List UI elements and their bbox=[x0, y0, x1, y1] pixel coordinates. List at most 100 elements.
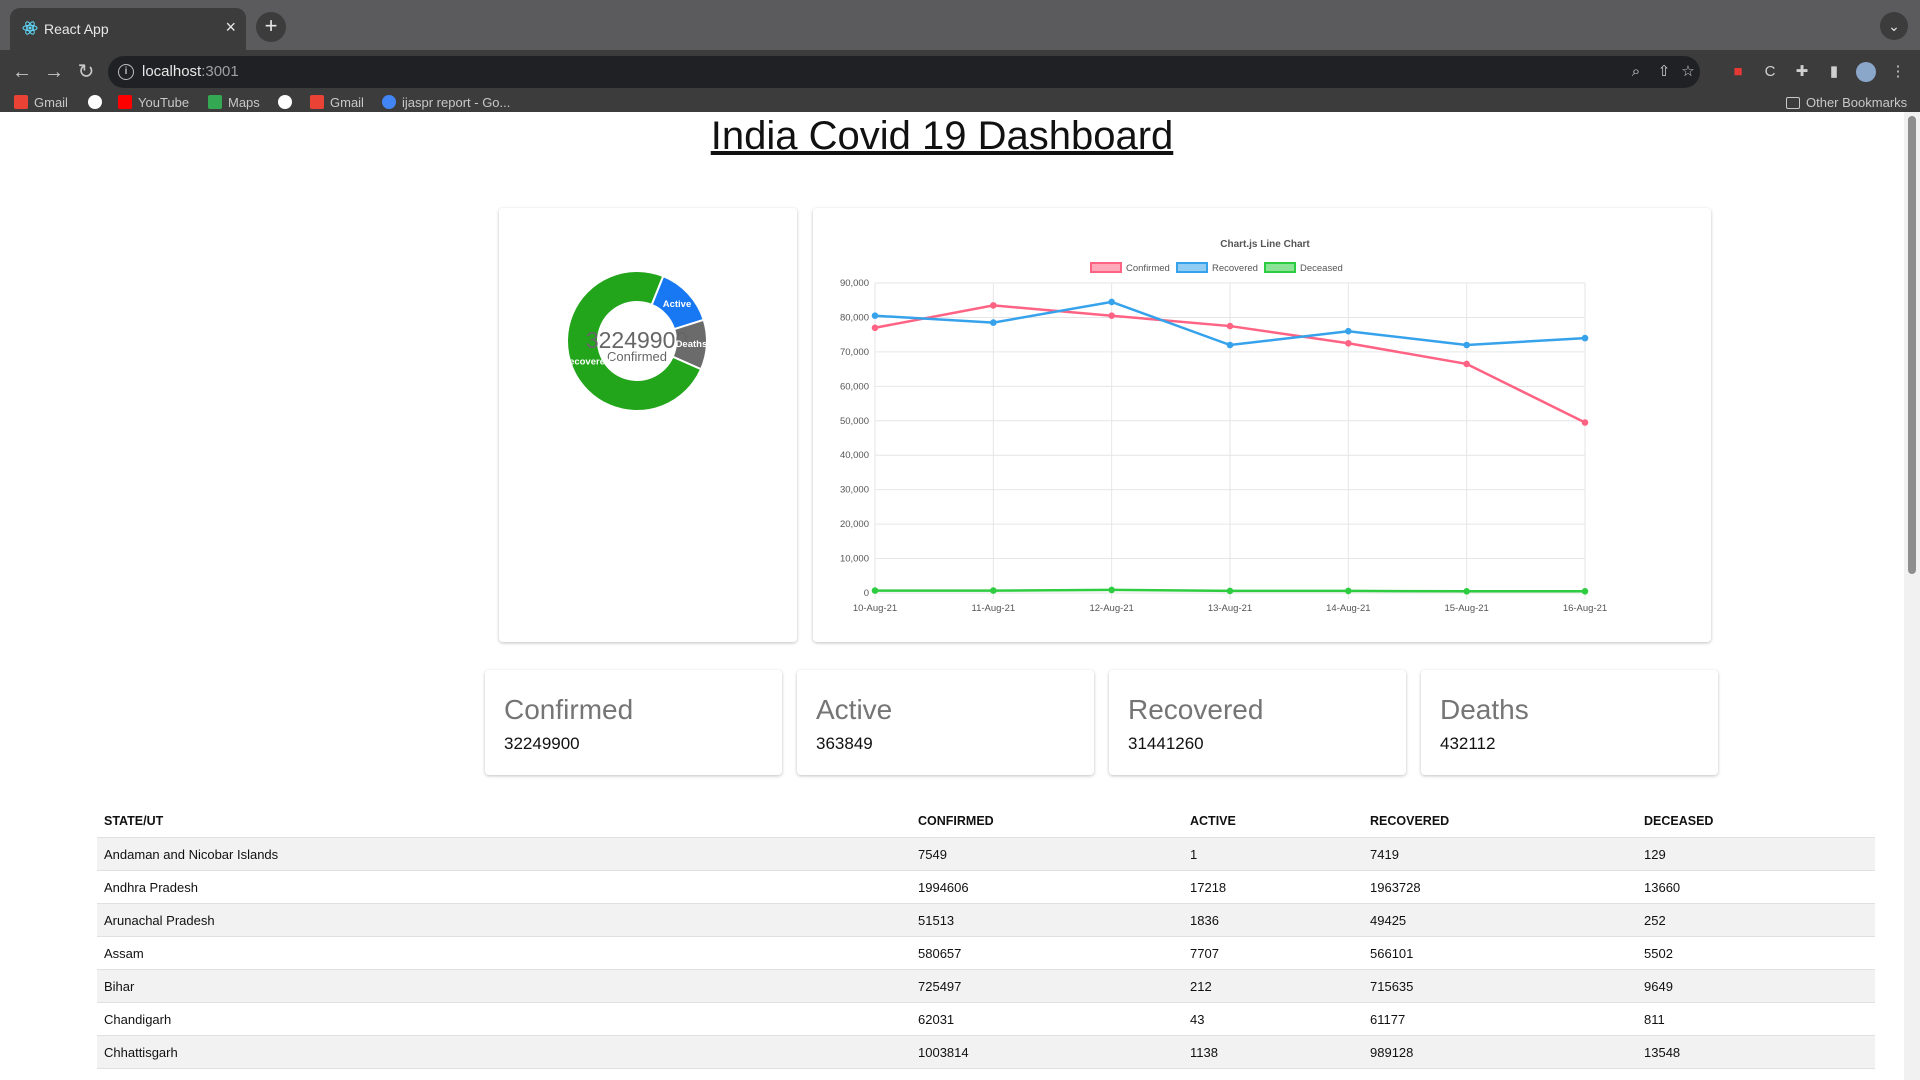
legend-swatch[interactable] bbox=[1264, 262, 1296, 273]
table-row[interactable]: Andaman and Nicobar Islands 7549 1 7419 129 bbox=[97, 837, 1875, 871]
bookmark-github[interactable] bbox=[88, 94, 108, 112]
stat-value: 32249900 bbox=[504, 734, 580, 753]
legend-swatch[interactable] bbox=[1090, 262, 1122, 273]
scrollbar-thumb[interactable] bbox=[1908, 116, 1916, 574]
table-cell: 1138 bbox=[1183, 1035, 1363, 1069]
url-text[interactable]: localhost:3001 bbox=[142, 63, 239, 80]
bookmark-maps[interactable]: Maps bbox=[208, 94, 260, 112]
new-tab-button[interactable]: + bbox=[256, 12, 286, 42]
bookmark-github[interactable] bbox=[278, 94, 298, 112]
data-point[interactable] bbox=[990, 302, 997, 309]
table-cell: 4 bbox=[1637, 1068, 1875, 1080]
browser-menu-icon[interactable]: ⋮ bbox=[1886, 60, 1910, 84]
vertical-scrollbar[interactable] bbox=[1904, 112, 1920, 1080]
table-cell: Chhattisgarh bbox=[97, 1035, 911, 1069]
column-header[interactable]: RECOVERED bbox=[1363, 804, 1637, 838]
data-point[interactable] bbox=[990, 319, 997, 326]
data-point[interactable] bbox=[1463, 587, 1470, 595]
extension-icon[interactable]: C bbox=[1758, 60, 1782, 84]
y-tick-label: 30,000 bbox=[840, 485, 869, 496]
data-point[interactable] bbox=[1108, 586, 1115, 594]
maps-icon bbox=[208, 95, 222, 109]
bookmark-star-icon[interactable]: ☆ bbox=[1678, 62, 1698, 82]
tab-close-icon[interactable]: × bbox=[225, 17, 236, 38]
data-point[interactable] bbox=[1226, 587, 1234, 595]
data-point[interactable] bbox=[1345, 339, 1352, 347]
stat-label: Deaths bbox=[1440, 694, 1529, 725]
table-row[interactable]: Andhra Pradesh 1994606 17218 1963728 13660 bbox=[97, 870, 1875, 904]
forward-arrow-icon[interactable]: → bbox=[42, 60, 66, 84]
data-point[interactable] bbox=[1581, 334, 1589, 342]
legend-label[interactable]: Recovered bbox=[1212, 263, 1258, 274]
table-cell: 62031 bbox=[911, 1002, 1183, 1036]
data-point[interactable] bbox=[1108, 298, 1115, 306]
reload-icon[interactable]: ↻ bbox=[74, 60, 98, 84]
share-icon[interactable]: ⇧ bbox=[1654, 62, 1674, 82]
bookmark-google-doc[interactable]: ijaspr report - Go... bbox=[382, 94, 510, 112]
data-point[interactable] bbox=[1345, 327, 1352, 335]
table-row[interactable]: Chandigarh 62031 43 61177 811 bbox=[97, 1002, 1875, 1036]
legend-label[interactable]: Deceased bbox=[1300, 263, 1343, 274]
other-bookmarks[interactable]: Other Bookmarks bbox=[1786, 94, 1907, 112]
column-header[interactable]: CONFIRMED bbox=[911, 804, 1183, 838]
table-cell: 580657 bbox=[911, 936, 1183, 970]
bookmark-youtube[interactable]: YouTube bbox=[118, 94, 189, 112]
table-cell: 7549 bbox=[911, 837, 1183, 871]
x-tick-label: 11-Aug-21 bbox=[971, 603, 1015, 614]
google-icon bbox=[382, 95, 396, 109]
table-cell: 10617 bbox=[1363, 1068, 1637, 1080]
y-tick-label: 70,000 bbox=[840, 347, 869, 358]
extensions-puzzle-icon[interactable]: ✚ bbox=[1790, 60, 1814, 84]
table-row[interactable]: Chhattisgarh 1003814 1138 989128 13548 bbox=[97, 1035, 1875, 1069]
legend-label[interactable]: Confirmed bbox=[1126, 263, 1170, 274]
table-cell: 989128 bbox=[1363, 1035, 1637, 1069]
table-row[interactable]: Bihar 725497 212 715635 9649 bbox=[97, 969, 1875, 1003]
legend-swatch[interactable] bbox=[1176, 262, 1208, 273]
stat-card-deaths: Deaths 432112 bbox=[1421, 670, 1718, 775]
page-title: India Covid 19 Dashboard bbox=[710, 114, 1174, 158]
table-row[interactable]: Arunachal Pradesh 51513 1836 49425 252 bbox=[97, 903, 1875, 937]
tab-title: React App bbox=[44, 21, 109, 37]
data-point[interactable] bbox=[871, 587, 879, 594]
stat-card-recovered: Recovered 31441260 bbox=[1109, 670, 1406, 775]
x-tick-label: 14-Aug-21 bbox=[1326, 603, 1370, 614]
table-row[interactable]: Dadra and Nagar Haveli and Daman and Diu… bbox=[97, 1068, 1875, 1080]
table-cell: 13660 bbox=[1637, 870, 1875, 904]
back-arrow-icon[interactable]: ← bbox=[10, 60, 34, 84]
donut-chart-card: 32249900 Confirmed Active Deaths Recovered bbox=[499, 208, 797, 642]
browser-tab[interactable]: React App × bbox=[10, 8, 246, 50]
side-panel-icon[interactable]: ▮ bbox=[1822, 60, 1846, 84]
zoom-icon[interactable]: ⌕ bbox=[1626, 62, 1646, 82]
profile-avatar[interactable] bbox=[1854, 60, 1878, 84]
tab-search-chevron-icon[interactable]: ⌄ bbox=[1880, 12, 1908, 40]
table-cell: 2 bbox=[1183, 1068, 1363, 1080]
data-point[interactable] bbox=[1463, 341, 1470, 349]
table-cell: 61177 bbox=[1363, 1002, 1637, 1036]
site-info-icon[interactable]: i bbox=[118, 64, 134, 80]
table-cell: 1836 bbox=[1183, 903, 1363, 937]
browser-tab-bar: React App × + ⌄ bbox=[0, 0, 1920, 50]
data-point[interactable] bbox=[1463, 360, 1470, 368]
table-cell: 13548 bbox=[1637, 1035, 1875, 1069]
column-header[interactable]: DECEASED bbox=[1637, 804, 1875, 838]
bookmark-gmail[interactable]: Gmail bbox=[14, 94, 68, 112]
data-point[interactable] bbox=[1226, 322, 1234, 330]
address-bar[interactable]: i localhost:3001 ⌕ ⇧ ☆ bbox=[108, 56, 1700, 88]
data-point[interactable] bbox=[1108, 312, 1115, 320]
stat-label: Active bbox=[816, 694, 893, 725]
states-table: STATE/UT CONFIRMED ACTIVE RECOVERED DECE… bbox=[97, 804, 1875, 1080]
data-point[interactable] bbox=[1226, 341, 1234, 349]
data-point[interactable] bbox=[871, 312, 879, 320]
data-point[interactable] bbox=[871, 324, 879, 332]
data-point[interactable] bbox=[1345, 587, 1352, 595]
table-cell: 5502 bbox=[1637, 936, 1875, 970]
extension-icon[interactable]: ■ bbox=[1726, 60, 1750, 84]
table-row[interactable]: Assam 580657 7707 566101 5502 bbox=[97, 936, 1875, 970]
column-header[interactable]: STATE/UT bbox=[97, 804, 911, 838]
data-point[interactable] bbox=[1581, 587, 1589, 595]
data-point[interactable] bbox=[1581, 419, 1589, 426]
column-header[interactable]: ACTIVE bbox=[1183, 804, 1363, 838]
data-point[interactable] bbox=[990, 587, 997, 594]
bookmark-gmail[interactable]: Gmail bbox=[310, 94, 364, 112]
table-cell: Andhra Pradesh bbox=[97, 870, 911, 904]
